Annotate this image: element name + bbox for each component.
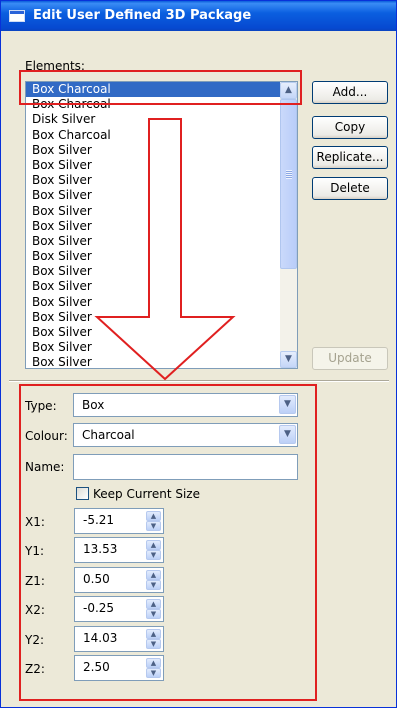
dialog-window: Edit User Defined 3D Package Elements: B… — [0, 0, 397, 708]
down-arrow-icon — [94, 118, 236, 381]
